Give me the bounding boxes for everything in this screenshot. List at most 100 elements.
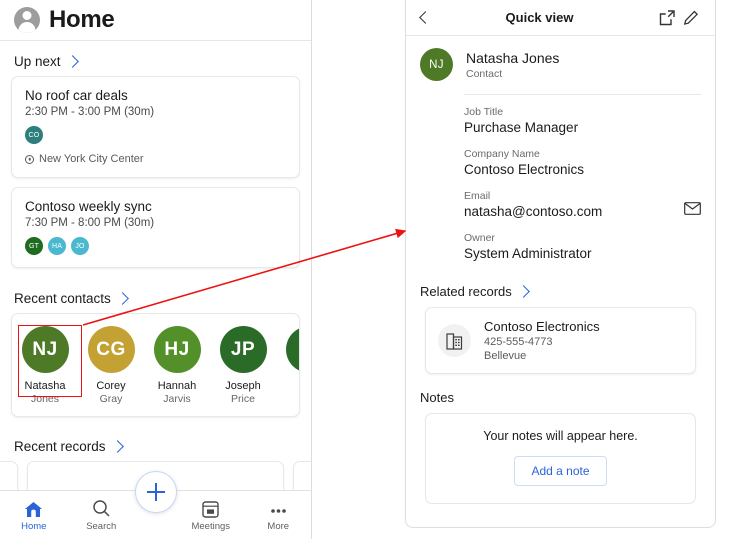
home-body: Up next No roof car deals 2:30 PM - 3:00… — [0, 41, 311, 498]
recent-contacts-label: Recent contacts — [14, 291, 111, 306]
contact-avatar: CG — [87, 326, 135, 373]
related-records-section-header[interactable]: Related records — [406, 274, 715, 307]
contact-last-name: Jones — [30, 393, 60, 405]
open-in-new-icon[interactable] — [655, 9, 679, 26]
field-job-title: Job Title Purchase Manager — [464, 106, 701, 135]
contact-last-name: Price — [231, 393, 255, 405]
related-record-name: Contoso Electronics — [484, 319, 600, 334]
notes-empty-card: Your notes will appear here. Add a note — [425, 413, 696, 504]
contact-item-hannah-jarvis[interactable]: HJ Hannah Jarvis — [144, 326, 210, 405]
more-dots-icon — [269, 499, 288, 518]
nav-item-search[interactable]: Search — [68, 499, 136, 532]
field-email: Email natasha@contoso.com — [464, 190, 701, 219]
nav-item-meetings[interactable]: Meetings — [177, 499, 245, 532]
search-icon — [92, 499, 111, 518]
contact-first-name: Corey — [96, 380, 126, 392]
nav-label-home: Home — [21, 520, 47, 532]
nav-label-more: More — [267, 520, 290, 532]
nav-label-meetings: Meetings — [191, 520, 231, 532]
field-owner: Owner System Administrator — [464, 232, 701, 261]
create-new-button[interactable] — [134, 471, 177, 513]
notes-empty-text: Your notes will appear here. — [483, 429, 638, 443]
related-record-phone: 425-555-4773 — [484, 336, 553, 348]
meeting-card[interactable]: No roof car deals 2:30 PM - 3:00 PM (30m… — [11, 76, 300, 178]
envelope-icon[interactable] — [684, 202, 701, 220]
contact-avatar: HJ — [153, 326, 201, 373]
contact-item-joseph-price[interactable]: JP Joseph Price — [210, 326, 276, 405]
field-label: Company Name — [464, 148, 540, 160]
contact-item-corey-gray[interactable]: CG Corey Gray — [78, 326, 144, 405]
field-company-name: Company Name Contoso Electronics — [464, 148, 701, 177]
contact-name: Natasha Jones — [466, 49, 560, 66]
recent-records-section-header[interactable]: Recent records — [0, 417, 311, 461]
notes-section-header: Notes — [406, 374, 715, 413]
field-value: Contoso Electronics — [464, 162, 585, 177]
field-value: Purchase Manager — [464, 120, 579, 135]
contact-first-name: Joseph — [225, 380, 261, 392]
chevron-right-icon — [110, 440, 124, 453]
field-label: Job Title — [464, 106, 504, 118]
notes-label: Notes — [420, 390, 454, 405]
attendee-badge: GT — [25, 237, 43, 255]
contact-first-name: Natasha — [24, 380, 66, 392]
attendee-badge: CO — [25, 126, 43, 144]
meeting-time: 7:30 PM - 8:00 PM (30m) — [25, 217, 155, 229]
quick-view-title: Quick view — [505, 10, 574, 25]
attendee-badges: GT HA JO — [25, 237, 286, 255]
meeting-title: Contoso weekly sync — [25, 199, 152, 214]
field-label: Owner — [464, 232, 495, 244]
contact-avatar: NJ — [420, 48, 453, 81]
attendee-badge: HA — [48, 237, 66, 255]
up-next-section-header[interactable]: Up next — [0, 41, 311, 76]
contact-avatar: JP — [219, 326, 267, 373]
related-records-label: Related records — [420, 284, 512, 299]
screenshot-root: Home Up next No roof car deals 2:30 PM -… — [0, 0, 736, 539]
quick-view-panel: Quick view NJ Natasha Jones Contact Job … — [405, 0, 716, 528]
home-header: Home — [0, 0, 311, 41]
contact-avatar: NJ — [21, 326, 69, 373]
left-phone-panel: Home Up next No roof car deals 2:30 PM -… — [0, 0, 312, 539]
chevron-right-icon — [115, 292, 129, 305]
add-a-note-button[interactable]: Add a note — [514, 456, 607, 486]
building-icon — [438, 324, 471, 357]
meeting-location: New York City Center — [25, 153, 286, 165]
contact-record-type: Contact — [466, 67, 503, 80]
up-next-label: Up next — [14, 54, 61, 69]
contact-last-name: Gray — [99, 393, 123, 405]
related-record-card[interactable]: Contoso Electronics 425-555-4773 Bellevu… — [425, 307, 696, 374]
page-title: Home — [49, 6, 115, 33]
field-value: natasha@contoso.com — [464, 204, 603, 219]
contact-item-partial[interactable]: M M Ro — [276, 326, 299, 405]
recent-records-label: Recent records — [14, 439, 106, 454]
pencil-edit-icon[interactable] — [679, 10, 703, 26]
home-icon — [24, 499, 43, 518]
person-avatar-icon[interactable] — [14, 7, 40, 33]
nav-item-home[interactable]: Home — [0, 499, 68, 532]
contact-item-natasha-jones[interactable]: NJ Natasha Jones — [12, 326, 78, 405]
chevron-right-icon — [516, 285, 530, 298]
contact-last-name: Jarvis — [163, 393, 191, 405]
field-value: System Administrator — [464, 246, 592, 261]
recent-contacts-strip: NJ Natasha Jones CG Corey Gray HJ Hannah… — [11, 313, 300, 417]
related-record-city: Bellevue — [484, 350, 527, 362]
meeting-title: No roof car deals — [25, 88, 128, 103]
field-label: Email — [464, 190, 491, 202]
quick-view-header: Quick view — [406, 0, 715, 36]
chevron-right-icon — [65, 55, 79, 68]
contact-first-name: Hannah — [157, 380, 197, 392]
field-divider — [464, 94, 701, 95]
plus-icon — [146, 483, 165, 501]
meeting-time: 2:30 PM - 3:00 PM (30m) — [25, 106, 155, 118]
contact-fields: Job Title Purchase Manager Company Name … — [406, 94, 715, 261]
meetings-icon — [202, 499, 219, 518]
contact-avatar: M — [285, 326, 299, 373]
attendee-badge: JO — [71, 237, 89, 255]
nav-label-search: Search — [86, 520, 117, 532]
nav-item-more[interactable]: More — [245, 499, 312, 532]
recent-contacts-section-header[interactable]: Recent contacts — [0, 277, 311, 313]
map-pin-icon — [25, 154, 34, 164]
attendee-badges: CO — [25, 126, 286, 144]
contact-summary: NJ Natasha Jones Contact — [406, 36, 715, 94]
meeting-location-label: New York City Center — [39, 153, 144, 165]
meeting-card[interactable]: Contoso weekly sync 7:30 PM - 8:00 PM (3… — [11, 187, 300, 268]
